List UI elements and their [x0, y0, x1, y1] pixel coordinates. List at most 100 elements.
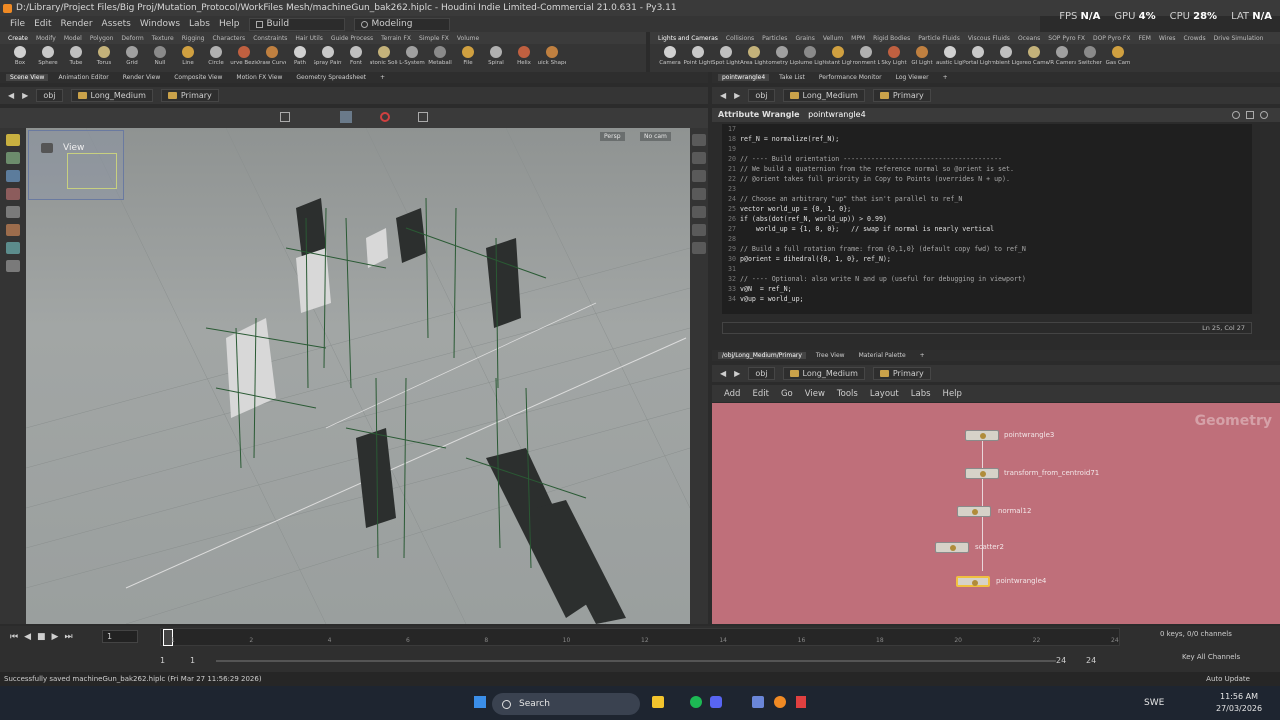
node-scatter2[interactable]	[935, 542, 969, 553]
shelf-tool-draw-curve[interactable]: Draw Curve	[258, 44, 286, 72]
shelf-tab-sop-pyro-fx[interactable]: SOP Pyro FX	[1048, 35, 1085, 42]
tab-take-list[interactable]: Take List	[775, 74, 809, 81]
menu-file[interactable]: File	[10, 19, 25, 29]
node-pointwrangle3[interactable]	[965, 430, 999, 441]
persp-menu[interactable]: Persp	[600, 132, 625, 141]
jump-start-icon[interactable]: ⏮	[10, 632, 18, 642]
stop-icon[interactable]: ■	[37, 632, 46, 642]
select-tool-icon[interactable]	[6, 134, 20, 146]
view-tool-icon[interactable]	[6, 242, 20, 254]
taskbar-search[interactable]: Search	[492, 693, 640, 715]
shelf-tab-simple-fx[interactable]: Simple FX	[419, 35, 449, 42]
shelf-tool-distant-light[interactable]: Distant Light	[824, 44, 852, 72]
clock-time[interactable]: 11:56 AM	[1220, 692, 1258, 701]
key-channels-menu[interactable]: Key All Channels	[1182, 653, 1240, 661]
network-menu-tools[interactable]: Tools	[837, 389, 858, 399]
tab-geometry-spreadsheet[interactable]: Geometry Spreadsheet	[292, 74, 370, 81]
node-name-field[interactable]: pointwrangle4	[808, 110, 866, 119]
normals-icon[interactable]	[692, 206, 706, 218]
path-long-medium[interactable]: Long_Medium	[70, 89, 153, 102]
shelf-tool-line[interactable]: Line	[174, 44, 202, 72]
shelf-tool-point-light[interactable]: Point Light	[684, 44, 712, 72]
shelf-tool-torus[interactable]: Torus	[90, 44, 118, 72]
tab-composite-view[interactable]: Composite View	[170, 74, 226, 81]
add-tab-icon[interactable]: +	[939, 74, 952, 81]
menu-edit[interactable]: Edit	[34, 19, 51, 29]
path-primary[interactable]: Primary	[872, 89, 931, 102]
tab-animation-editor[interactable]: Animation Editor	[54, 74, 112, 81]
tab-pointwrangle4[interactable]: pointwrangle4	[718, 74, 770, 81]
menu-help[interactable]: Help	[219, 19, 240, 29]
spotify-icon[interactable]	[690, 696, 702, 708]
network-menu-layout[interactable]: Layout	[870, 389, 899, 399]
shelf-tab-drive-simulation[interactable]: Drive Simulation	[1214, 35, 1264, 42]
shelf-tool-metaball[interactable]: Metaball	[426, 44, 454, 72]
shelf-tool-portal-light[interactable]: Portal Light	[964, 44, 992, 72]
path-primary[interactable]: Primary	[872, 367, 931, 380]
shelf-tool-l-system[interactable]: L-System	[398, 44, 426, 72]
shelf-tool-platonic-solids[interactable]: Platonic Solids	[370, 44, 398, 72]
network-menu-add[interactable]: Add	[724, 389, 740, 399]
houdini-icon[interactable]	[774, 696, 786, 708]
shelf-tab-polygon[interactable]: Polygon	[90, 35, 114, 42]
tab-tree-view[interactable]: Tree View	[812, 352, 849, 359]
shelf-tab-crowds[interactable]: Crowds	[1184, 35, 1206, 42]
playback-end-field[interactable]: 24	[1056, 656, 1066, 665]
shelf-tool-sphere[interactable]: Sphere	[34, 44, 62, 72]
shelf-tool-box[interactable]: Box	[6, 44, 34, 72]
menu-windows[interactable]: Windows	[140, 19, 180, 29]
shelf-tab-hair-utils[interactable]: Hair Utils	[295, 35, 322, 42]
path-long-medium[interactable]: Long_Medium	[782, 89, 865, 102]
shelf-tool-area-light[interactable]: Area Light	[740, 44, 768, 72]
forward-arrow-icon[interactable]: ▶	[734, 369, 740, 378]
light-icon[interactable]	[692, 170, 706, 182]
node-pointwrangle4[interactable]	[956, 576, 990, 587]
network-editor[interactable]: Geometry pointwrangle3 transform_from_ce…	[712, 403, 1280, 624]
shelf-tool-spray-paint[interactable]: Spray Paint	[314, 44, 342, 72]
camera-menu[interactable]: No cam	[640, 132, 671, 141]
back-arrow-icon[interactable]: ◀	[720, 91, 726, 100]
brave-icon[interactable]	[796, 696, 806, 708]
shelf-tool-gi-light[interactable]: GI Light	[908, 44, 936, 72]
shelf-tool-spiral[interactable]: Spiral	[482, 44, 510, 72]
tab-performance-monitor[interactable]: Performance Monitor	[815, 74, 886, 81]
desktop-selector-modeling[interactable]: Modeling	[353, 17, 450, 31]
shelf-tool-ambient-light[interactable]: Ambient Light	[992, 44, 1020, 72]
forward-arrow-icon[interactable]: ▶	[734, 91, 740, 100]
shelf-tab-rigging[interactable]: Rigging	[182, 35, 205, 42]
shelf-tool-file[interactable]: File	[454, 44, 482, 72]
node-transform[interactable]	[965, 468, 999, 479]
display-icon[interactable]	[418, 112, 428, 122]
points-icon[interactable]	[692, 188, 706, 200]
shelf-tool-null[interactable]: Null	[146, 44, 174, 72]
timeline-slider[interactable]: 1 2 4 6 8 10 12 14 16 18 20 22 24	[160, 628, 1120, 646]
tab-scene-view[interactable]: Scene View	[6, 74, 49, 81]
back-arrow-icon[interactable]: ◀	[720, 369, 726, 378]
network-menu-edit[interactable]: Edit	[752, 389, 768, 399]
record-icon[interactable]	[380, 112, 390, 122]
move-tool-icon[interactable]	[6, 152, 20, 164]
discord-icon[interactable]	[710, 696, 722, 708]
windows-start-icon[interactable]	[474, 696, 486, 708]
shelf-tab-lights-and-cameras[interactable]: Lights and Cameras	[658, 35, 718, 42]
forward-arrow-icon[interactable]: ▶	[22, 91, 28, 100]
vex-code-editor[interactable]: 17 18 ref_N = normalize(ref_N); 19 20 // ----…	[722, 124, 1252, 314]
shelf-tool-font[interactable]: Font	[342, 44, 370, 72]
path-primary[interactable]: Primary	[160, 89, 219, 102]
network-menu-view[interactable]: View	[805, 389, 825, 399]
shelf-tab-constraints[interactable]: Constraints	[253, 35, 287, 42]
keyboard-language[interactable]: SWE	[1144, 698, 1164, 708]
jump-end-icon[interactable]: ⏭	[64, 632, 72, 642]
magnet-tool-icon[interactable]	[6, 260, 20, 272]
shelf-tab-texture[interactable]: Texture	[152, 35, 174, 42]
shelf-tab-particles[interactable]: Particles	[762, 35, 787, 42]
tab-log-viewer[interactable]: Log Viewer	[892, 74, 933, 81]
shelf-tab-dop-pyro-fx[interactable]: DOP Pyro FX	[1093, 35, 1131, 42]
shelf-tool-vr-camera[interactable]: VR Camera	[1048, 44, 1076, 72]
network-menu-help[interactable]: Help	[943, 389, 962, 399]
shelf-tab-terrain-fx[interactable]: Terrain FX	[381, 35, 411, 42]
app-icon[interactable]	[752, 696, 764, 708]
shelf-tool-sky-light[interactable]: Sky Light	[880, 44, 908, 72]
shelf-tab-particle-fluids[interactable]: Particle Fluids	[918, 35, 960, 42]
path-long-medium[interactable]: Long_Medium	[782, 367, 865, 380]
